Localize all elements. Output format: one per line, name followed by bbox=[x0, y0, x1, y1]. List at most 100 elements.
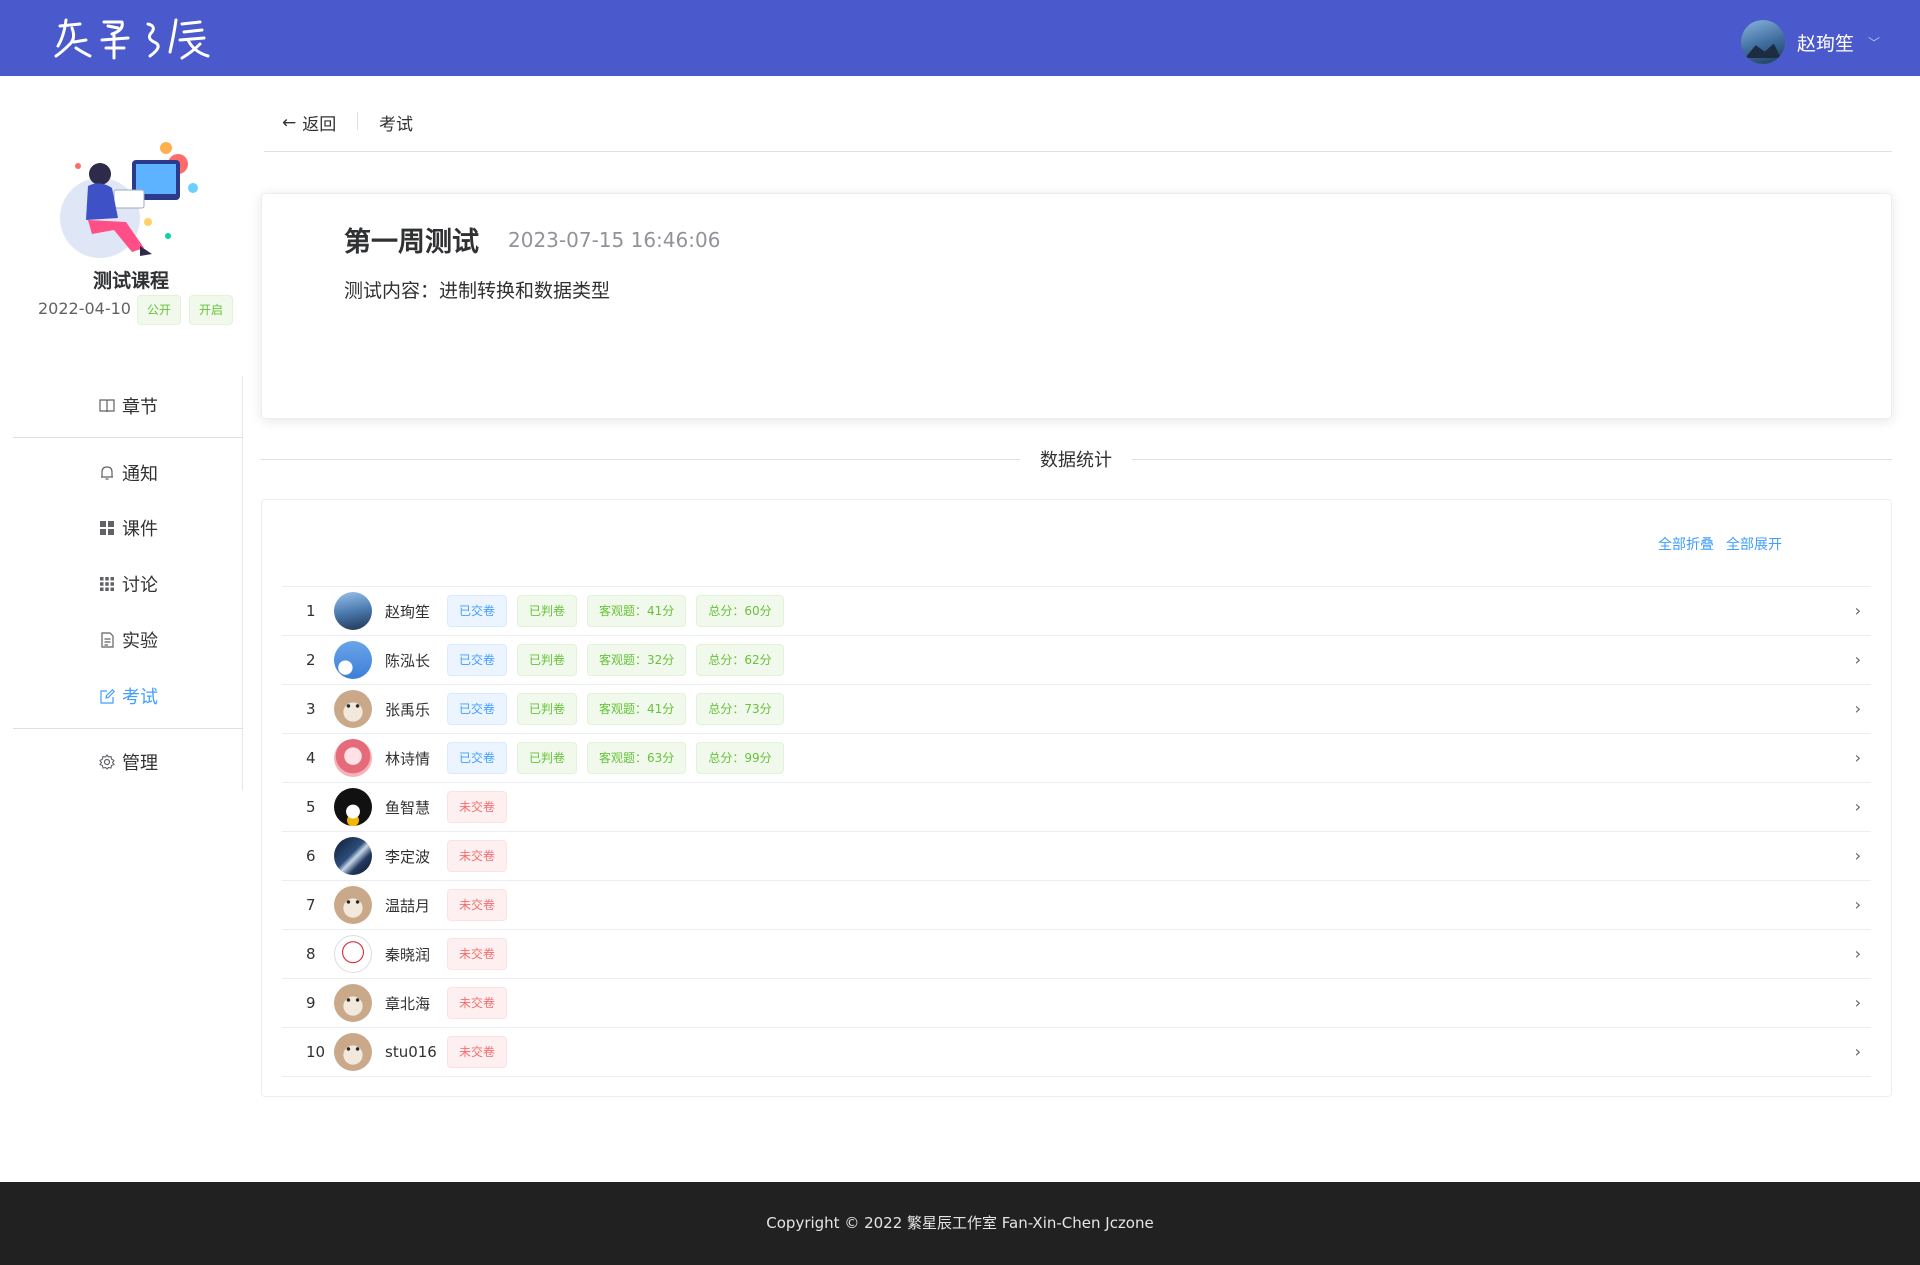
menu-item-exams[interactable]: 考试 bbox=[13, 676, 243, 716]
collapse-controls: 全部折叠 全部展开 bbox=[1658, 534, 1794, 554]
student-row[interactable]: 5 鱼智慧 未交卷 › bbox=[282, 783, 1871, 832]
menu-item-courseware[interactable]: 课件 bbox=[13, 508, 243, 548]
status-badge: 已交卷 bbox=[447, 644, 508, 676]
student-row[interactable]: 6 李定波 未交卷 › bbox=[282, 832, 1871, 881]
status-badge: 已判卷 bbox=[517, 742, 578, 774]
user-name[interactable]: 赵珣笙 bbox=[1797, 29, 1854, 56]
menu-item-experiments[interactable]: 实验 bbox=[13, 620, 243, 660]
status-badge: 未交卷 bbox=[447, 840, 508, 872]
student-row[interactable]: 4 林诗情 已交卷 已判卷 客观题：63分 总分：99分 › bbox=[282, 734, 1871, 783]
chevron-right-icon[interactable]: › bbox=[1855, 650, 1861, 669]
status-badge: 客观题：41分 bbox=[587, 595, 687, 627]
row-index: 4 bbox=[306, 749, 316, 767]
back-label: 返回 bbox=[302, 115, 337, 135]
menu-item-discussion[interactable]: 讨论 bbox=[13, 564, 243, 604]
student-avatar bbox=[334, 592, 372, 630]
menu-label: 章节 bbox=[122, 397, 158, 418]
status-badge: 已判卷 bbox=[517, 644, 578, 676]
user-menu[interactable]: 赵珣笙 ﹀ bbox=[1740, 20, 1880, 64]
status-badge: 客观题：32分 bbox=[587, 644, 687, 676]
chevron-right-icon[interactable]: › bbox=[1855, 846, 1861, 865]
row-index: 3 bbox=[306, 700, 316, 718]
student-name: 张禹乐 bbox=[385, 700, 431, 719]
student-name: 章北海 bbox=[385, 994, 431, 1013]
page-footer: Copyright © 2022 繁星辰工作室 Fan-Xin-Chen Jcz… bbox=[0, 1182, 1920, 1265]
menu-divider bbox=[13, 437, 243, 438]
student-name: 赵珣笙 bbox=[385, 602, 431, 621]
chevron-down-icon[interactable]: ﹀ bbox=[1868, 34, 1880, 51]
menu-item-chapters[interactable]: 章节 bbox=[13, 386, 243, 426]
course-date: 2022-04-10 bbox=[38, 299, 131, 318]
status-badge: 未交卷 bbox=[447, 938, 508, 970]
menu-item-manage[interactable]: 管理 bbox=[13, 742, 243, 782]
status-badge: 客观题：63分 bbox=[587, 742, 687, 774]
student-row[interactable]: 10 stu016 未交卷 › bbox=[282, 1028, 1871, 1077]
course-menu: 章节 通知 课件 讨论 实验 考试 管理 bbox=[13, 376, 243, 790]
student-avatar bbox=[334, 788, 372, 826]
menu-item-notices[interactable]: 通知 bbox=[13, 453, 243, 493]
menu-divider bbox=[13, 728, 243, 729]
student-row[interactable]: 2 陈泓长 已交卷 已判卷 客观题：32分 总分：62分 › bbox=[282, 636, 1871, 685]
site-logo[interactable] bbox=[52, 12, 232, 64]
student-name: 秦晓润 bbox=[385, 945, 431, 964]
student-name: 温喆月 bbox=[385, 896, 431, 915]
row-index: 1 bbox=[306, 602, 316, 620]
status-badge: 已交卷 bbox=[447, 742, 508, 774]
row-index: 8 bbox=[306, 945, 316, 963]
course-cover-illustration bbox=[60, 142, 198, 258]
row-index: 7 bbox=[306, 896, 316, 914]
chevron-right-icon[interactable]: › bbox=[1855, 1042, 1861, 1061]
status-badge: 已判卷 bbox=[517, 595, 578, 627]
row-index: 10 bbox=[306, 1043, 326, 1061]
grid-icon bbox=[98, 519, 116, 537]
student-avatar bbox=[334, 739, 372, 777]
row-index: 5 bbox=[306, 798, 316, 816]
chevron-right-icon[interactable]: › bbox=[1855, 601, 1861, 620]
student-row[interactable]: 9 章北海 未交卷 › bbox=[282, 979, 1871, 1028]
status-badge: 总分：60分 bbox=[696, 595, 784, 627]
student-avatar bbox=[334, 1033, 372, 1071]
status-badge: 总分：73分 bbox=[696, 693, 784, 725]
chevron-right-icon[interactable]: › bbox=[1855, 993, 1861, 1012]
status-badge: 已交卷 bbox=[447, 693, 508, 725]
student-row[interactable]: 1 赵珣笙 已交卷 已判卷 客观题：41分 总分：60分 › bbox=[282, 587, 1871, 636]
status-badge: 未交卷 bbox=[447, 987, 508, 1019]
student-name: 李定波 bbox=[385, 847, 431, 866]
copyright-text: Copyright © 2022 繁星辰工作室 Fan-Xin-Chen Jcz… bbox=[766, 1214, 1154, 1232]
gear-icon bbox=[98, 753, 116, 771]
student-row[interactable]: 7 温喆月 未交卷 › bbox=[282, 881, 1871, 930]
user-avatar[interactable] bbox=[1740, 20, 1785, 64]
student-avatar bbox=[334, 690, 372, 728]
student-avatar bbox=[334, 641, 372, 679]
chevron-right-icon[interactable]: › bbox=[1855, 797, 1861, 816]
top-header: 赵珣笙 ﹀ bbox=[0, 0, 1920, 76]
chevron-right-icon[interactable]: › bbox=[1855, 748, 1861, 767]
chevron-right-icon[interactable]: › bbox=[1855, 699, 1861, 718]
menu-label: 讨论 bbox=[122, 575, 158, 596]
status-badge: 未交卷 bbox=[447, 889, 508, 921]
menu-label: 实验 bbox=[122, 631, 158, 652]
row-index: 6 bbox=[306, 847, 316, 865]
status-badge: 已判卷 bbox=[517, 693, 578, 725]
row-index: 9 bbox=[306, 994, 316, 1012]
student-row[interactable]: 3 张禹乐 已交卷 已判卷 客观题：41分 总分：73分 › bbox=[282, 685, 1871, 734]
status-badge: 未交卷 bbox=[447, 1036, 508, 1068]
student-avatar bbox=[334, 837, 372, 875]
student-avatar bbox=[334, 935, 372, 973]
chevron-right-icon[interactable]: › bbox=[1855, 944, 1861, 963]
expand-all-link[interactable]: 全部展开 bbox=[1726, 537, 1782, 553]
status-badge: 已交卷 bbox=[447, 595, 508, 627]
student-avatar bbox=[334, 984, 372, 1022]
exam-content: 测试内容：进制转换和数据类型 bbox=[344, 280, 611, 302]
back-button[interactable]: ← 返回 bbox=[282, 110, 337, 136]
chevron-right-icon[interactable]: › bbox=[1855, 895, 1861, 914]
status-badge: 总分：99分 bbox=[696, 742, 784, 774]
document-icon bbox=[98, 631, 116, 649]
exam-info-card: 第一周测试 2023-07-15 16:46:06 测试内容：进制转换和数据类型 bbox=[261, 193, 1892, 419]
student-row[interactable]: 8 秦晓润 未交卷 › bbox=[282, 930, 1871, 979]
book-icon bbox=[98, 397, 116, 415]
row-index: 2 bbox=[306, 651, 316, 669]
student-name: 陈泓长 bbox=[385, 651, 431, 670]
status-badge: 总分：62分 bbox=[696, 644, 784, 676]
collapse-all-link[interactable]: 全部折叠 bbox=[1658, 537, 1714, 553]
